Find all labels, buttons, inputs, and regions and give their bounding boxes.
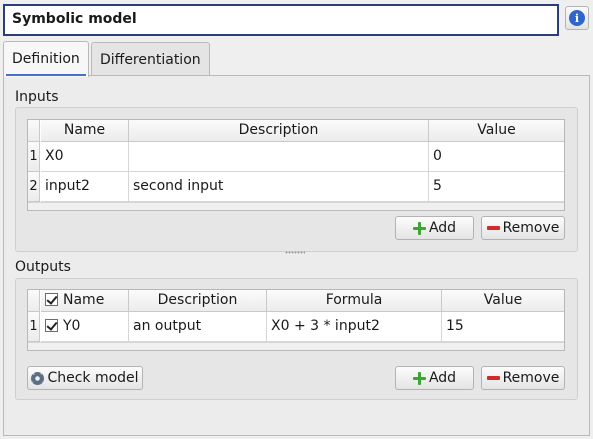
remove-label: Remove (502, 370, 560, 386)
row-number: 1 (28, 142, 40, 172)
outputs-header-description[interactable]: Description (129, 290, 267, 312)
info-icon: i (569, 10, 585, 26)
tab-definition-label: Definition (12, 51, 80, 67)
output-description-cell[interactable]: an output (129, 312, 267, 342)
plus-icon (412, 371, 426, 385)
plus-icon (412, 221, 426, 235)
output-name: Y0 (63, 318, 81, 334)
outputs-header-name-label: Name (63, 292, 105, 308)
model-name-field[interactable]: Symbolic model (3, 4, 559, 36)
inputs-header-description[interactable]: Description (129, 120, 429, 142)
output-formula-cell[interactable]: X0 + 3 * input2 (267, 312, 442, 342)
input-value-cell[interactable]: 0 (429, 142, 564, 172)
outputs-table-scroll-area (28, 342, 564, 350)
tab-differentiation[interactable]: Differentiation (91, 42, 210, 75)
tab-definition[interactable]: Definition (3, 41, 89, 77)
outputs-section-title: Outputs (15, 259, 71, 275)
check-model-button[interactable]: Check model (27, 366, 143, 390)
gear-icon (31, 371, 45, 385)
inputs-table-corner (28, 120, 40, 142)
outputs-table-corner (28, 290, 40, 312)
input-name-cell[interactable]: input2 (41, 172, 129, 202)
inputs-header-value[interactable]: Value (429, 120, 564, 142)
input-value-cell[interactable]: 5 (429, 172, 564, 202)
input-name-cell[interactable]: X0 (41, 142, 129, 172)
add-label: Add (428, 370, 457, 386)
inputs-table-scroll-area (28, 202, 564, 210)
minus-icon (486, 226, 500, 230)
inputs-remove-button[interactable]: Remove (481, 216, 565, 240)
tab-differentiation-label: Differentiation (100, 52, 201, 68)
outputs-header-formula[interactable]: Formula (267, 290, 442, 312)
inputs-header-name[interactable]: Name (41, 120, 129, 142)
outputs-header-name[interactable]: Name (41, 290, 129, 312)
add-label: Add (428, 220, 457, 236)
minus-icon (486, 376, 500, 380)
outputs-remove-button[interactable]: Remove (481, 366, 565, 390)
outputs-header-value[interactable]: Value (442, 290, 564, 312)
outputs-add-button[interactable]: Add (395, 366, 474, 390)
info-button[interactable]: i (565, 6, 589, 30)
row-number: 1 (28, 312, 40, 342)
input-description-cell[interactable]: second input (129, 172, 429, 202)
select-all-checkbox[interactable] (45, 293, 58, 306)
remove-label: Remove (502, 220, 560, 236)
splitter-handle[interactable] (285, 251, 305, 254)
input-description-cell[interactable] (129, 142, 429, 172)
row-number: 2 (28, 172, 40, 202)
inputs-section-title: Inputs (15, 89, 59, 105)
check-model-label: Check model (47, 370, 139, 386)
inputs-table: Name Description Value 1 X0 0 2 input2 s… (27, 119, 565, 211)
output-value-cell: 15 (442, 312, 564, 342)
inputs-add-button[interactable]: Add (395, 216, 474, 240)
outputs-table: Name Description Formula Value 1 Y0 an o… (27, 289, 565, 351)
output-name-cell[interactable]: Y0 (41, 312, 129, 342)
output-checkbox[interactable] (45, 319, 58, 332)
model-name-value: Symbolic model (12, 11, 137, 27)
